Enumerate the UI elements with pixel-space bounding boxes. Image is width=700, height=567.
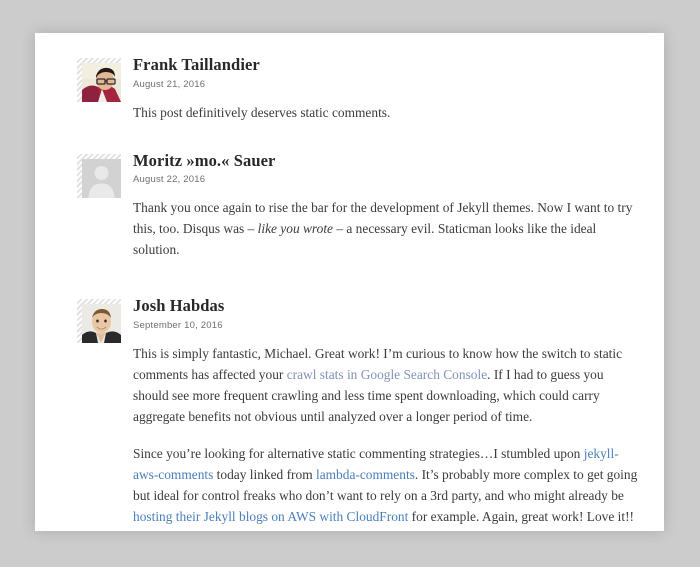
comment-paragraph: Since you’re looking for alternative sta… bbox=[133, 443, 638, 527]
comment-author-name: Frank Taillandier bbox=[133, 55, 638, 76]
photo-avatar-frank-icon bbox=[82, 63, 121, 102]
body-text: This post definitively deserves static c… bbox=[133, 105, 390, 120]
avatar bbox=[77, 154, 121, 198]
comment-paragraph: This post definitively deserves static c… bbox=[133, 102, 638, 123]
comment-body-link[interactable]: crawl stats in Google Search Console bbox=[287, 367, 487, 382]
comment-paragraph: This is simply fantastic, Michael. Great… bbox=[133, 343, 638, 427]
comment-date: September 10, 2016 bbox=[133, 320, 638, 331]
comment-date: August 22, 2016 bbox=[133, 174, 638, 185]
body-text: for example. Again, great work! Love it!… bbox=[408, 509, 634, 524]
comment-body-link[interactable]: hosting their Jekyll blogs on AWS with C… bbox=[133, 509, 408, 524]
comments-panel: Frank Taillandier August 21, 2016 This pos… bbox=[35, 33, 664, 531]
photo-avatar-josh-icon bbox=[82, 304, 121, 343]
default-person-avatar-icon bbox=[82, 159, 121, 198]
comment-author-name: Josh Habdas bbox=[133, 296, 638, 317]
comment-paragraph: Thank you once again to rise the bar for… bbox=[133, 197, 638, 260]
emphasized-text: like you wrote bbox=[258, 221, 333, 236]
comment-item: Frank Taillandier August 21, 2016 This pos… bbox=[56, 55, 638, 123]
comment-author-name: Moritz »mo.« Sauer bbox=[133, 151, 638, 172]
avatar bbox=[77, 299, 121, 343]
comment-list: Frank Taillandier August 21, 2016 This pos… bbox=[35, 33, 664, 527]
avatar bbox=[77, 58, 121, 102]
comment-body: This is simply fantastic, Michael. Great… bbox=[133, 343, 638, 527]
comment-body-link[interactable]: lambda-comments bbox=[316, 467, 415, 482]
body-text: Since you’re looking for alternative sta… bbox=[133, 446, 584, 461]
body-text: today linked from bbox=[213, 467, 316, 482]
comment-body: Thank you once again to rise the bar for… bbox=[133, 197, 638, 260]
comment-date: August 21, 2016 bbox=[133, 79, 638, 90]
comment-item: Josh Habdas September 10, 2016 This is sim… bbox=[56, 296, 638, 527]
comment-item: Moritz »mo.« Sauer August 22, 2016 Thank y… bbox=[56, 151, 638, 261]
comment-body: This post definitively deserves static c… bbox=[133, 102, 638, 123]
